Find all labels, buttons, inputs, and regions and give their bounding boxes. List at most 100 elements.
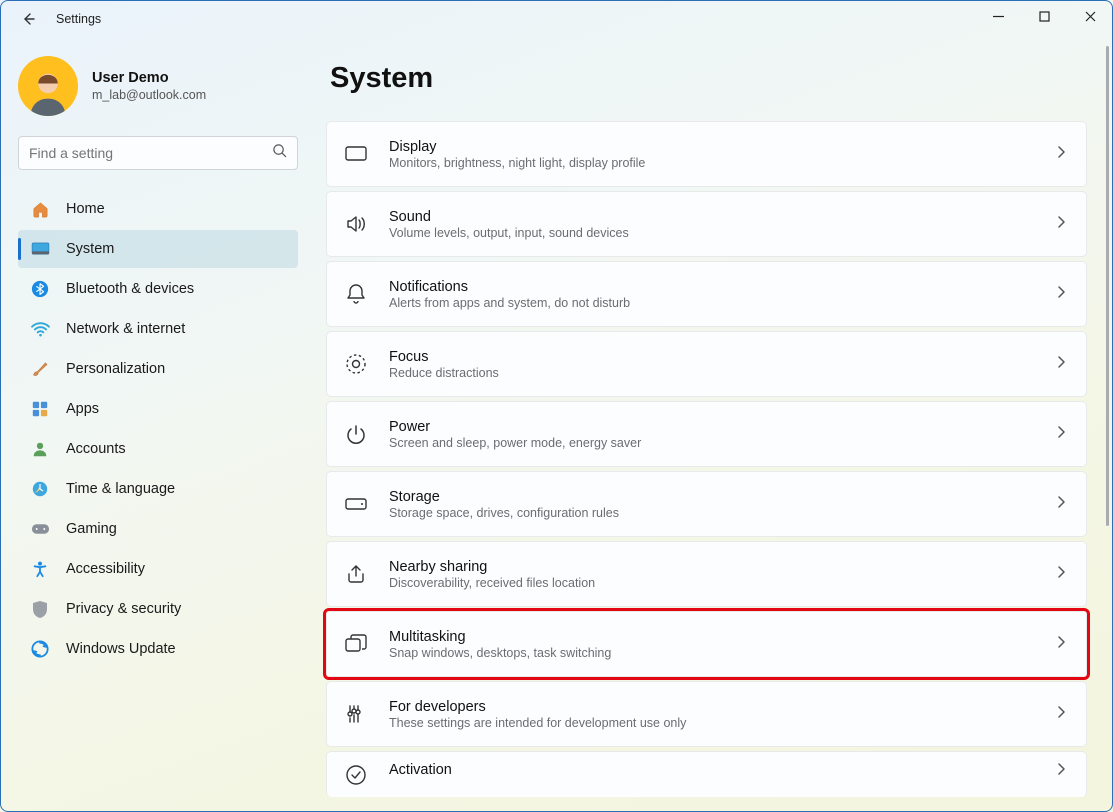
share-icon xyxy=(343,561,369,587)
system-icon xyxy=(30,239,50,259)
nav-accounts[interactable]: Accounts xyxy=(18,430,298,468)
chevron-right-icon xyxy=(1057,285,1066,304)
gamepad-icon xyxy=(30,519,50,539)
nav-update[interactable]: Windows Update xyxy=(18,630,298,668)
developers-icon xyxy=(343,701,369,727)
chevron-right-icon xyxy=(1057,355,1066,374)
search-input[interactable] xyxy=(29,145,272,161)
accessibility-icon xyxy=(30,559,50,579)
user-email: m_lab@outlook.com xyxy=(92,88,206,102)
apps-icon xyxy=(30,399,50,419)
card-desc: Reduce distractions xyxy=(389,366,1037,380)
nav-label: Bluetooth & devices xyxy=(66,281,194,297)
card-storage[interactable]: StorageStorage space, drives, configurat… xyxy=(326,471,1087,537)
display-icon xyxy=(343,141,369,167)
card-nearby[interactable]: Nearby sharingDiscoverability, received … xyxy=(326,541,1087,607)
card-title: Multitasking xyxy=(389,629,1037,645)
card-desc: Monitors, brightness, night light, displ… xyxy=(389,156,1037,170)
card-title: Storage xyxy=(389,489,1037,505)
card-desc: Discoverability, received files location xyxy=(389,576,1037,590)
window-title: Settings xyxy=(56,12,101,26)
card-desc: These settings are intended for developm… xyxy=(389,716,1037,730)
user-block[interactable]: User Demo m_lab@outlook.com xyxy=(18,56,298,116)
search-box[interactable] xyxy=(18,136,298,170)
nav-label: Apps xyxy=(66,401,99,417)
bell-icon xyxy=(343,281,369,307)
card-title: Power xyxy=(389,419,1037,435)
chevron-right-icon xyxy=(1057,565,1066,584)
multitasking-icon xyxy=(343,631,369,657)
avatar xyxy=(18,56,78,116)
nav-time[interactable]: Time & language xyxy=(18,470,298,508)
sidebar: User Demo m_lab@outlook.com Home System … xyxy=(0,38,310,812)
card-desc: Volume levels, output, input, sound devi… xyxy=(389,226,1037,240)
chevron-right-icon xyxy=(1057,705,1066,724)
card-activation[interactable]: Activation xyxy=(326,751,1087,797)
card-power[interactable]: PowerScreen and sleep, power mode, energ… xyxy=(326,401,1087,467)
nav-network[interactable]: Network & internet xyxy=(18,310,298,348)
card-desc: Storage space, drives, configuration rul… xyxy=(389,506,1037,520)
nav-label: Privacy & security xyxy=(66,601,181,617)
nav-system[interactable]: System xyxy=(18,230,298,268)
card-focus[interactable]: FocusReduce distractions xyxy=(326,331,1087,397)
nav-accessibility[interactable]: Accessibility xyxy=(18,550,298,588)
nav-label: Accounts xyxy=(66,441,126,457)
user-name: User Demo xyxy=(92,70,206,86)
card-notifications[interactable]: NotificationsAlerts from apps and system… xyxy=(326,261,1087,327)
chevron-right-icon xyxy=(1057,762,1066,781)
settings-list: DisplayMonitors, brightness, night light… xyxy=(326,121,1093,797)
card-title: Nearby sharing xyxy=(389,559,1037,575)
card-desc: Snap windows, desktops, task switching xyxy=(389,646,1037,660)
activation-icon xyxy=(343,762,369,788)
card-title: For developers xyxy=(389,699,1037,715)
maximize-button[interactable] xyxy=(1021,0,1067,32)
nav-bluetooth[interactable]: Bluetooth & devices xyxy=(18,270,298,308)
card-sound[interactable]: SoundVolume levels, output, input, sound… xyxy=(326,191,1087,257)
card-title: Notifications xyxy=(389,279,1037,295)
close-button[interactable] xyxy=(1067,0,1113,32)
titlebar: Settings xyxy=(0,0,1113,38)
card-developers[interactable]: For developersThese settings are intende… xyxy=(326,681,1087,747)
wifi-icon xyxy=(30,319,50,339)
chevron-right-icon xyxy=(1057,215,1066,234)
nav-gaming[interactable]: Gaming xyxy=(18,510,298,548)
card-display[interactable]: DisplayMonitors, brightness, night light… xyxy=(326,121,1087,187)
focus-icon xyxy=(343,351,369,377)
home-icon xyxy=(30,199,50,219)
nav-label: Network & internet xyxy=(66,321,185,337)
power-icon xyxy=(343,421,369,447)
scrollbar[interactable] xyxy=(1106,46,1109,526)
main-content: System DisplayMonitors, brightness, nigh… xyxy=(310,38,1113,812)
nav-label: Gaming xyxy=(66,521,117,537)
nav-home[interactable]: Home xyxy=(18,190,298,228)
person-icon xyxy=(30,439,50,459)
card-desc: Alerts from apps and system, do not dist… xyxy=(389,296,1037,310)
card-title: Focus xyxy=(389,349,1037,365)
chevron-right-icon xyxy=(1057,635,1066,654)
nav-label: Windows Update xyxy=(66,641,176,657)
card-title: Display xyxy=(389,139,1037,155)
window-controls xyxy=(975,0,1113,32)
nav-privacy[interactable]: Privacy & security xyxy=(18,590,298,628)
card-desc: Screen and sleep, power mode, energy sav… xyxy=(389,436,1037,450)
nav-label: Home xyxy=(66,201,105,217)
back-button[interactable] xyxy=(18,9,38,29)
card-title: Activation xyxy=(389,762,1037,778)
minimize-button[interactable] xyxy=(975,0,1021,32)
nav: Home System Bluetooth & devices Network … xyxy=(18,190,298,668)
clock-icon xyxy=(30,479,50,499)
nav-label: Personalization xyxy=(66,361,165,377)
sound-icon xyxy=(343,211,369,237)
card-title: Sound xyxy=(389,209,1037,225)
update-icon xyxy=(30,639,50,659)
page-title: System xyxy=(330,62,1093,95)
card-multitasking[interactable]: MultitaskingSnap windows, desktops, task… xyxy=(326,611,1087,677)
brush-icon xyxy=(30,359,50,379)
nav-label: Accessibility xyxy=(66,561,145,577)
nav-label: System xyxy=(66,241,114,257)
nav-personalization[interactable]: Personalization xyxy=(18,350,298,388)
search-icon xyxy=(272,143,287,163)
shield-icon xyxy=(30,599,50,619)
chevron-right-icon xyxy=(1057,495,1066,514)
nav-apps[interactable]: Apps xyxy=(18,390,298,428)
